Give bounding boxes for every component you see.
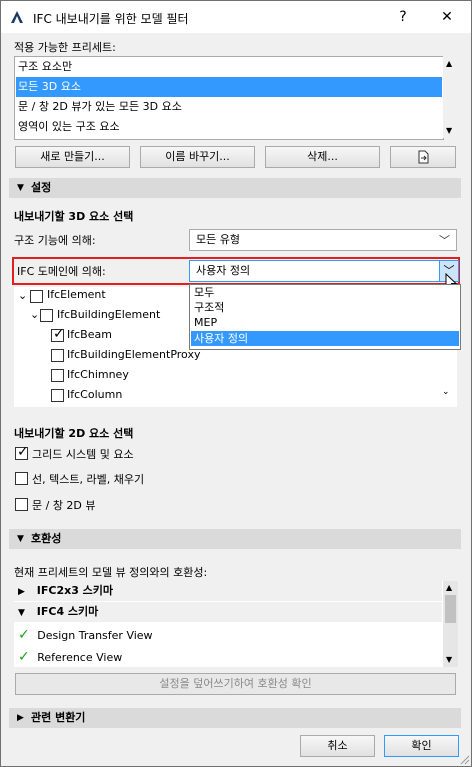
presets-scrollbar[interactable]: ▲ ▼ [443, 56, 458, 138]
option-mep[interactable]: MEP [191, 315, 459, 330]
related-translators-header[interactable]: ▶ 관련 변환기 [9, 708, 461, 728]
tree-checkbox[interactable] [51, 349, 64, 362]
schema-row-ifc2x3[interactable]: ▶ IFC2x3 스키마 [14, 581, 442, 601]
option-all[interactable]: 모두 [191, 285, 459, 300]
door-window-2d-checkbox[interactable] [15, 498, 28, 511]
expand-triangle-icon: ▶ [18, 587, 25, 597]
schema-row-ifc4[interactable]: ▼ IFC4 스키마 [14, 602, 442, 622]
check-icon: ✓ [18, 627, 30, 643]
tree-label: IfcBuildingElement [57, 308, 161, 321]
collapse-triangle-icon: ▼ [18, 608, 25, 618]
compat-list[interactable]: ▶ IFC2x3 스키마 ▼ IFC4 스키마 ✓ Design Transfe… [14, 581, 457, 667]
scroll-down-icon[interactable]: ⌄ [442, 387, 450, 397]
resize-grip-icon[interactable] [458, 753, 470, 765]
option-structural[interactable]: 구조적 [191, 300, 459, 315]
option-custom[interactable]: 사용자 정의 [191, 331, 459, 346]
presets-label: 적용 가능한 프리세트: [14, 41, 116, 54]
new-preset-button[interactable]: 새로 만들기... [15, 146, 130, 168]
settings-section-header[interactable]: ▼ 설정 [9, 178, 461, 198]
tree-label: IfcColumn [67, 388, 123, 401]
scroll-up-icon: ▲ [446, 59, 453, 68]
preset-item[interactable]: 구조 요소만 [16, 57, 442, 77]
dialog-window: IFC 내보내기를 위한 모델 필터 ? ✕ 적용 가능한 프리세트: 구조 요… [0, 0, 472, 767]
chevron-down-icon: ⌄ [18, 289, 28, 302]
lines-text-checkbox[interactable] [15, 472, 28, 485]
close-button[interactable]: ✕ [433, 5, 461, 29]
cancel-button[interactable]: 취소 [300, 735, 375, 757]
export-preset-button[interactable] [390, 146, 456, 168]
tree-label: IfcChimney [67, 368, 129, 381]
tree-label: IfcBeam [67, 328, 112, 341]
ok-button[interactable]: 확인 [384, 735, 459, 757]
preset-item[interactable]: 영역이 있는 구조 요소 [16, 117, 442, 137]
preset-item[interactable]: 문 / 창 2D 뷰가 있는 모든 3D 요소 [16, 97, 442, 117]
compat-description: 현재 프리세트의 모델 뷰 정의와의 호환성: [14, 566, 208, 579]
structural-function-dropdown[interactable]: 모든 유형 ﹀ [189, 229, 457, 251]
archicad-app-icon [11, 11, 23, 23]
scroll-thumb[interactable] [445, 595, 456, 623]
tree-checkbox-checked[interactable]: ✓ [51, 326, 65, 342]
check-compat-button[interactable]: 설정을 덮어쓰기하여 호환성 확인 [15, 673, 456, 695]
grid-system-label: 그리드 시스템 및 요소 [32, 448, 134, 461]
view-row: ✓ Reference View [18, 649, 123, 665]
tree-label: IfcBuildingElementProxy [67, 348, 201, 361]
scroll-down-icon: ▼ [446, 126, 453, 135]
view-row: ✓ Design Transfer View [18, 627, 153, 643]
scroll-up-icon: ▲ [446, 583, 453, 592]
ifc-domain-label: IFC 도메인에 의해: [17, 265, 106, 278]
window-title: IFC 내보내기를 위한 모델 필터 [33, 12, 189, 26]
collapse-triangle-icon: ▼ [17, 534, 24, 544]
checkmark-icon: ✓ [53, 326, 65, 342]
export-file-icon [418, 150, 429, 164]
tree-node-ifcelement[interactable]: ⌄ [18, 286, 27, 306]
export-3d-title: 내보내기할 3D 요소 선택 [14, 210, 134, 223]
compat-section-header[interactable]: ▼ 호환성 [9, 529, 461, 549]
presets-list[interactable]: 구조 요소만 모든 3D 요소 문 / 창 2D 뷰가 있는 모든 3D 요소 … [14, 56, 444, 140]
preset-item-selected[interactable]: 모든 3D 요소 [16, 77, 442, 97]
tree-checkbox[interactable] [51, 389, 64, 402]
tree-checkbox[interactable] [51, 369, 64, 382]
title-bar: IFC 내보내기를 위한 모델 필터 ? ✕ [1, 1, 471, 33]
ifc-domain-dropdown[interactable]: 사용자 정의 ﹀ [189, 260, 459, 282]
check-icon: ✓ [18, 649, 30, 665]
export-2d-title: 내보내기할 2D 요소 선택 [14, 427, 134, 440]
tree-label: IfcElement [47, 288, 106, 301]
chevron-down-icon: ⌄ [30, 308, 40, 321]
lines-text-label: 선, 텍스트, 라벨, 채우기 [32, 473, 145, 486]
scroll-down-icon: ▼ [446, 655, 453, 664]
ifc-domain-options[interactable]: 모두 구조적 MEP 사용자 정의 [189, 284, 461, 350]
compat-scrollbar[interactable]: ▲ ▼ [443, 581, 458, 667]
collapse-triangle-icon: ▼ [17, 183, 24, 193]
rename-preset-button[interactable]: 이름 바꾸기... [140, 146, 255, 168]
chevron-down-icon: ﹀ [439, 234, 450, 247]
tree-checkbox[interactable] [40, 309, 53, 322]
help-button[interactable]: ? [389, 5, 417, 29]
structural-function-label: 구조 기능에 의해: [14, 234, 96, 247]
tree-node-ifcbuildingelement[interactable]: ⌄ [30, 305, 39, 325]
door-window-2d-label: 문 / 창 2D 뷰 [32, 499, 96, 512]
grid-system-checkbox[interactable]: ✓ [15, 444, 29, 460]
expand-triangle-icon: ▶ [17, 713, 24, 723]
tree-checkbox[interactable] [30, 290, 43, 303]
delete-preset-button[interactable]: 삭제... [265, 146, 380, 168]
checkmark-icon: ✓ [17, 444, 29, 460]
